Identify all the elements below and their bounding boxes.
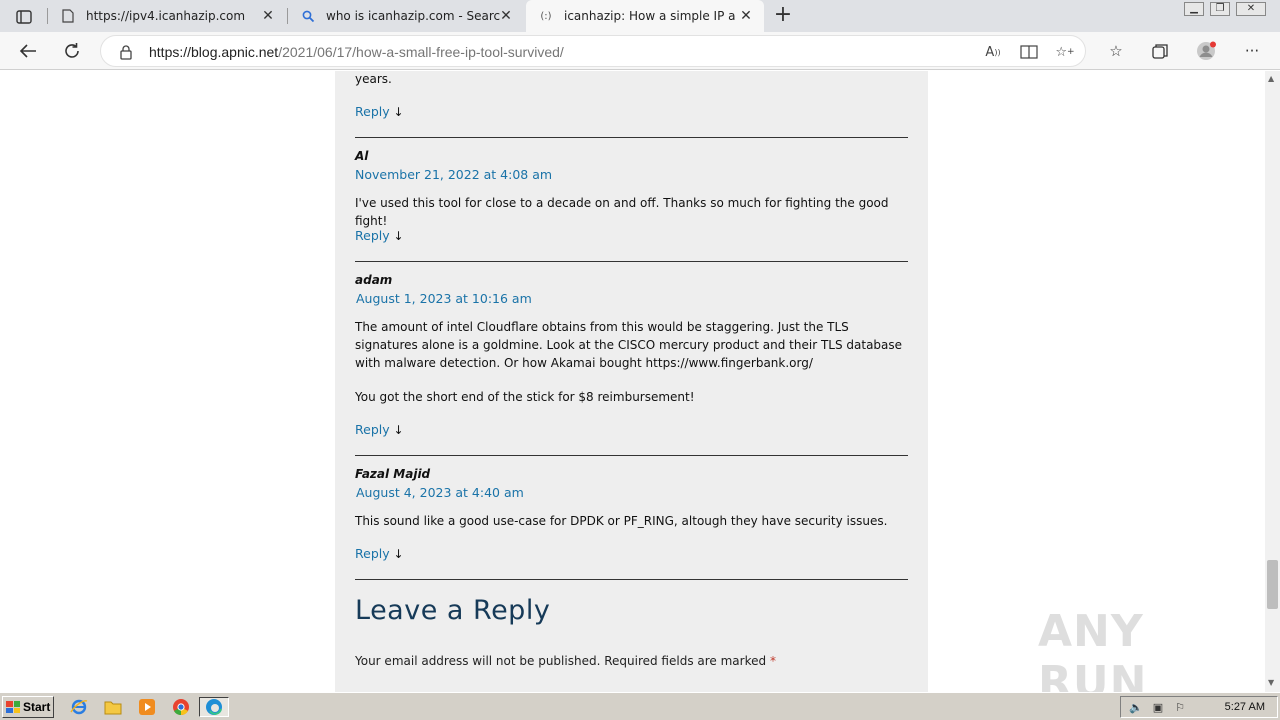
comment-divider — [355, 455, 908, 456]
tab-strip: https://ipv4.icanhazip.com ✕ who is ican… — [0, 0, 1280, 32]
reply-arrow-icon: ↓ — [393, 423, 404, 437]
site-favicon: (:) — [540, 10, 552, 22]
reply-arrow-icon: ↓ — [393, 105, 404, 119]
comment-text: The amount of intel Cloudflare obtains f… — [355, 320, 903, 370]
comment-text: This sound like a good use-case for DPDK… — [355, 514, 888, 528]
reply-link[interactable]: Reply ↓ — [355, 546, 404, 561]
start-label: Start — [23, 700, 51, 714]
tab-icanhazip-article[interactable]: (:) icanhazip: How a simple IP addre ✕ — [526, 0, 764, 32]
scroll-up-icon[interactable]: ▲ — [1268, 74, 1274, 83]
windows-taskbar: Start 🔈 ▣ ⚐ 5:27 AM — [0, 692, 1280, 720]
anyrun-watermark: ANY RUN — [1038, 606, 1148, 692]
comment-divider — [355, 137, 908, 138]
comment-date-link[interactable]: August 4, 2023 at 4:40 am — [356, 485, 524, 500]
chrome-icon[interactable] — [170, 697, 192, 717]
network-icon[interactable]: ▣ — [1151, 701, 1165, 715]
profile-avatar[interactable] — [1196, 41, 1216, 61]
page-viewport: years. Reply ↓ Al November 21, 2022 at 4… — [0, 71, 1265, 692]
comment-date-link[interactable]: November 21, 2022 at 4:08 am — [355, 167, 552, 182]
close-window-button[interactable]: ✕ — [1236, 2, 1266, 16]
url-host: https://blog.apnic.net — [149, 44, 279, 60]
reply-link[interactable]: Reply ↓ — [355, 104, 404, 119]
media-player-icon[interactable] — [136, 697, 158, 717]
search-icon — [300, 8, 316, 24]
restore-button[interactable]: ❐ — [1210, 2, 1230, 16]
comment-date-link[interactable]: August 1, 2023 at 10:16 am — [356, 291, 532, 306]
file-explorer-icon[interactable] — [102, 697, 124, 717]
reply-link-label[interactable]: Reply — [355, 422, 390, 437]
page-icon — [60, 8, 76, 24]
comment-author: Fazal Majid — [355, 467, 431, 481]
settings-more-icon[interactable]: ··· — [1242, 41, 1262, 61]
new-tab-button[interactable]: + — [772, 4, 794, 26]
volume-icon[interactable]: 🔈 — [1129, 701, 1143, 715]
tab-actions-menu-icon[interactable] — [10, 7, 38, 27]
scroll-down-icon[interactable]: ▼ — [1268, 678, 1274, 687]
reply-link[interactable]: Reply ↓ — [355, 422, 404, 437]
comment-author: Al — [355, 149, 369, 163]
favorites-icon[interactable]: ☆ — [1106, 41, 1126, 61]
action-center-flag-icon[interactable]: ⚐ — [1173, 701, 1187, 715]
refresh-button[interactable] — [60, 39, 84, 63]
required-asterisk: * — [769, 654, 776, 668]
reply-arrow-icon: ↓ — [393, 547, 404, 561]
comment-author: adam — [355, 273, 393, 287]
scrollbar-thumb[interactable] — [1267, 560, 1278, 609]
reply-arrow-icon: ↓ — [393, 229, 404, 243]
previous-comment-tail: years. — [355, 72, 392, 86]
reply-link-label[interactable]: Reply — [355, 546, 390, 561]
url-text[interactable]: https://blog.apnic.net/2021/06/17/how-a-… — [149, 44, 564, 60]
back-button[interactable] — [16, 39, 40, 63]
read-aloud-icon[interactable]: A)) — [983, 43, 1003, 61]
tab-search[interactable]: who is icanhazip.com - Search ✕ — [288, 0, 524, 32]
url-path: /2021/06/17/how-a-small-free-ip-tool-sur… — [278, 44, 564, 60]
tab-icanhazip-ipv4[interactable]: https://ipv4.icanhazip.com ✕ — [48, 0, 286, 32]
edge-taskbar-icon[interactable] — [199, 697, 229, 717]
tab-title: icanhazip: How a simple IP addre — [564, 9, 736, 23]
reply-link-label[interactable]: Reply — [355, 104, 390, 119]
comment-divider — [355, 261, 908, 262]
immersive-reader-icon[interactable] — [1019, 43, 1039, 61]
collections-icon[interactable] — [1150, 41, 1170, 61]
add-favorite-icon[interactable]: ☆ + — [1055, 43, 1075, 61]
reply-link[interactable]: Reply ↓ — [355, 228, 404, 243]
browser-toolbar: https://blog.apnic.net/2021/06/17/how-a-… — [0, 32, 1280, 70]
comment-text: I've used this tool for close to a decad… — [355, 196, 889, 228]
leave-reply-heading: Leave a Reply — [355, 595, 551, 626]
clock[interactable]: 5:27 AM — [1225, 701, 1265, 713]
lock-icon[interactable] — [119, 44, 133, 60]
close-tab-icon[interactable]: ✕ — [260, 8, 276, 24]
start-button[interactable]: Start — [2, 696, 54, 718]
comment-text: You got the short end of the stick for $… — [355, 390, 695, 404]
windows-flag-icon — [6, 701, 20, 713]
comment-divider — [355, 579, 908, 580]
internet-explorer-icon[interactable] — [68, 697, 90, 717]
system-tray: 🔈 ▣ ⚐ 5:27 AM — [1120, 696, 1278, 718]
email-privacy-note: Your email address will not be published… — [355, 654, 776, 668]
tab-title: https://ipv4.icanhazip.com — [86, 9, 246, 23]
close-tab-icon[interactable]: ✕ — [738, 8, 754, 24]
comments-panel: years. Reply ↓ Al November 21, 2022 at 4… — [335, 71, 928, 692]
tab-title: who is icanhazip.com - Search — [326, 9, 501, 23]
minimize-button[interactable]: ▁ — [1184, 2, 1204, 16]
page-scrollbar[interactable]: ▲ ▼ — [1265, 71, 1280, 692]
reply-link-label[interactable]: Reply — [355, 228, 390, 243]
address-bar[interactable]: https://blog.apnic.net/2021/06/17/how-a-… — [100, 35, 1086, 67]
close-tab-icon[interactable]: ✕ — [498, 8, 514, 24]
email-note-text: Your email address will not be published… — [355, 654, 767, 668]
